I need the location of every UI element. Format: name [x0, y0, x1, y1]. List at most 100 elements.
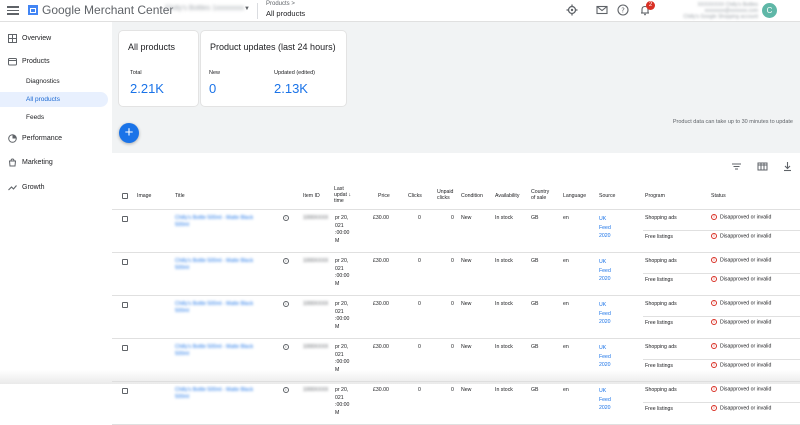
- select-all-checkbox[interactable]: [122, 193, 128, 199]
- col-header-status[interactable]: Status: [711, 193, 726, 199]
- unpaid-clicks: 0: [451, 344, 454, 350]
- columns-icon[interactable]: [757, 161, 768, 172]
- unpaid-clicks: 0: [451, 258, 454, 264]
- all-products-card: All products Total 2.21K: [119, 31, 198, 106]
- status[interactable]: ! Disapproved or invalid: [711, 386, 771, 393]
- avatar[interactable]: C: [762, 3, 777, 18]
- breadcrumb[interactable]: Products >: [266, 1, 295, 7]
- col-header-unpaid-clicks[interactable]: Unpaid clicks: [437, 189, 453, 201]
- total-value[interactable]: 2.21K: [130, 81, 164, 96]
- price: £30.00: [373, 344, 389, 350]
- info-icon[interactable]: i: [283, 387, 289, 393]
- col-header-clicks[interactable]: Clicks: [408, 193, 422, 199]
- source-link[interactable]: UK Feed 2020: [599, 387, 611, 413]
- col-header-source[interactable]: Source: [599, 193, 615, 199]
- last-update-time: pr 20,021:00:00M: [335, 215, 350, 244]
- updated-value[interactable]: 2.13K: [274, 81, 308, 96]
- row-checkbox[interactable]: [122, 302, 128, 308]
- product-title-link[interactable]: Chilly's Bottle 500ml - Matte Black 500ml: [175, 258, 253, 271]
- settings-icon[interactable]: [566, 4, 578, 16]
- status[interactable]: ! Disapproved or invalid: [711, 233, 771, 240]
- sidebar-item-diagnostics[interactable]: Diagnostics: [0, 74, 108, 89]
- col-header-title[interactable]: Title: [175, 193, 185, 199]
- menu-icon[interactable]: [7, 4, 19, 16]
- sidebar-item-label: Performance: [22, 135, 63, 142]
- col-header-item-id[interactable]: Item ID: [303, 193, 320, 199]
- error-icon: !: [711, 300, 717, 306]
- sidebar-item-products[interactable]: Products: [0, 54, 112, 70]
- col-header-country[interactable]: Country of sale: [531, 189, 549, 201]
- product-title-link[interactable]: Chilly's Bottle 500ml - Matte Black 500ml: [175, 215, 253, 228]
- col-header-last-update[interactable]: Last updat ↓ time: [334, 186, 351, 204]
- info-icon[interactable]: i: [283, 301, 289, 307]
- status[interactable]: ! Disapproved or invalid: [711, 319, 771, 326]
- col-header-program[interactable]: Program: [645, 193, 665, 199]
- language: en: [563, 301, 569, 307]
- col-header-availability[interactable]: Availability: [495, 193, 519, 199]
- account-name[interactable]: Chilly's Bottles 1xxxxxxxx: [165, 5, 244, 12]
- sidebar-item-performance[interactable]: Performance: [0, 131, 112, 147]
- col-header-price[interactable]: Price: [378, 193, 390, 199]
- program-free-listings: Free listings: [645, 320, 673, 326]
- sidebar-item-growth[interactable]: Growth: [0, 180, 112, 196]
- availability: In stock: [495, 387, 513, 393]
- sidebar-item-feeds[interactable]: Feeds: [0, 110, 108, 125]
- info-icon[interactable]: i: [283, 215, 289, 221]
- filter-icon[interactable]: [731, 161, 742, 172]
- new-label: New: [209, 70, 221, 76]
- help-icon[interactable]: ?: [617, 4, 629, 16]
- sidebar-item-all-products[interactable]: All products: [0, 92, 108, 107]
- col-header-condition[interactable]: Condition: [461, 193, 483, 199]
- availability: In stock: [495, 215, 513, 221]
- row-checkbox[interactable]: [122, 216, 128, 222]
- source-link[interactable]: UK Feed 2020: [599, 301, 611, 327]
- bottom-edge: [0, 370, 800, 384]
- table-row[interactable]: Chilly's Bottle 500ml - Matte Black 500ml…: [112, 253, 800, 296]
- mail-icon[interactable]: [596, 4, 608, 16]
- row-checkbox[interactable]: [122, 388, 128, 394]
- account-dropdown-icon[interactable]: ▼: [244, 6, 250, 12]
- sidebar-item-overview[interactable]: Overview: [0, 31, 112, 47]
- table-row[interactable]: Chilly's Bottle 500ml - Matte Black 500ml…: [112, 296, 800, 339]
- sort-desc-icon[interactable]: ↓: [348, 192, 351, 198]
- status[interactable]: ! Disapproved or invalid: [711, 405, 771, 412]
- country-of-sale: GB: [531, 258, 539, 264]
- info-icon[interactable]: i: [283, 258, 289, 264]
- price: £30.00: [373, 301, 389, 307]
- status[interactable]: ! Disapproved or invalid: [711, 300, 771, 307]
- unpaid-clicks: 0: [451, 387, 454, 393]
- error-icon: !: [711, 214, 717, 220]
- product-title-link[interactable]: Chilly's Bottle 500ml - Matte Black 500ml: [175, 344, 253, 357]
- error-icon: !: [711, 233, 717, 239]
- clicks: 0: [418, 344, 421, 350]
- table-row[interactable]: Chilly's Bottle 500ml - Matte Black 500ml…: [112, 382, 800, 425]
- product-title-link[interactable]: Chilly's Bottle 500ml - Matte Black 500ml: [175, 387, 253, 400]
- info-icon[interactable]: i: [283, 344, 289, 350]
- source-link[interactable]: UK Feed 2020: [599, 258, 611, 284]
- error-icon: !: [711, 257, 717, 263]
- status[interactable]: ! Disapproved or invalid: [711, 214, 771, 221]
- add-product-button[interactable]: +: [119, 123, 139, 143]
- status[interactable]: ! Disapproved or invalid: [711, 276, 771, 283]
- status[interactable]: ! Disapproved or invalid: [711, 362, 771, 369]
- table-row[interactable]: Chilly's Bottle 500ml - Matte Black 500ml…: [112, 210, 800, 253]
- source-link[interactable]: UK Feed 2020: [599, 215, 611, 241]
- item-id: 1000XXXX: [303, 258, 329, 264]
- row-checkbox[interactable]: [122, 259, 128, 265]
- status[interactable]: ! Disapproved or invalid: [711, 257, 771, 264]
- program-free-listings: Free listings: [645, 363, 673, 369]
- row-checkbox[interactable]: [122, 345, 128, 351]
- sidebar-item-label: All products: [26, 96, 60, 103]
- product-title-link[interactable]: Chilly's Bottle 500ml - Matte Black 500ml: [175, 301, 253, 314]
- page-title: All products: [266, 9, 306, 18]
- performance-icon: [8, 134, 17, 143]
- source-link[interactable]: UK Feed 2020: [599, 344, 611, 370]
- download-icon[interactable]: [782, 161, 793, 172]
- status[interactable]: ! Disapproved or invalid: [711, 343, 771, 350]
- col-header-language[interactable]: Language: [563, 193, 586, 199]
- header-divider: [257, 3, 258, 19]
- program-shopping-ads: Shopping ads: [645, 215, 677, 221]
- new-value[interactable]: 0: [209, 81, 216, 96]
- sidebar-item-marketing[interactable]: Marketing: [0, 155, 112, 171]
- program-free-listings: Free listings: [645, 406, 673, 412]
